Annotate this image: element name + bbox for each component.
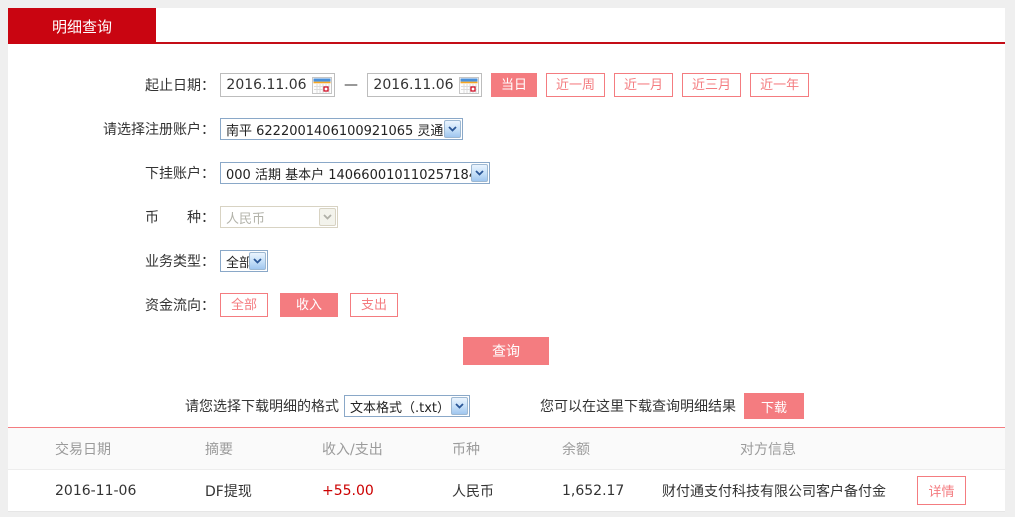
fund-direction-all-button[interactable]: 全部: [220, 293, 269, 317]
quick-range-week-button[interactable]: 近一周: [546, 73, 606, 97]
chevron-down-icon: [471, 164, 488, 182]
chevron-down-icon: [249, 252, 266, 270]
header-amount: 收入/支出: [322, 441, 383, 458]
quick-range-month-button[interactable]: 近一月: [614, 73, 674, 97]
tab-bar: 明细查询: [8, 8, 1005, 44]
cell-summary: DF提现: [205, 483, 252, 500]
end-date-value: 2016.11.06: [373, 77, 454, 93]
quick-range-today-button[interactable]: 当日: [491, 73, 538, 97]
query-form: 起止日期： 2016.11.06 — 2016.11.06 当日 近一周 近一月…: [8, 44, 1005, 512]
download-button[interactable]: 下载: [744, 393, 804, 419]
currency-label: 币 种：: [145, 210, 215, 226]
fund-direction-income-button[interactable]: 收入: [280, 293, 339, 317]
download-row: 请您选择下载明细的格式 文本格式（.txt） 您可以在这里下载查询明细结果 下载: [8, 393, 1005, 419]
registered-account-label: 请选择注册账户：: [103, 122, 215, 138]
linked-account-value: 000 活期 基本户 1406600101102571848: [226, 167, 471, 183]
linked-account-row: 下挂账户： 000 活期 基本户 1406600101102571848: [8, 161, 1005, 185]
cell-date: 2016-11-06: [55, 482, 137, 499]
date-separator: —: [344, 77, 358, 93]
table-row: 2016-11-06 DF提现 +55.00 人民币 1,652.17 财付通支…: [8, 470, 1005, 512]
header-currency: 币种: [452, 441, 480, 458]
header-balance: 余额: [562, 441, 590, 458]
business-type-row: 业务类型： 全部: [8, 249, 1005, 273]
table-header-row: 交易日期 摘要 收入/支出 币种 余额 对方信息: [8, 428, 1005, 470]
cell-amount: +55.00: [322, 482, 374, 499]
start-date-input[interactable]: 2016.11.06: [220, 73, 335, 97]
download-format-label: 请您选择下载明细的格式: [185, 399, 339, 415]
tab-label: 明细查询: [51, 17, 112, 36]
cell-balance: 1,652.17: [562, 482, 625, 499]
currency-row: 币 种： 人民币: [8, 205, 1005, 229]
chevron-down-icon: [319, 208, 336, 226]
cell-currency: 人民币: [452, 483, 494, 500]
linked-account-select[interactable]: 000 活期 基本户 1406600101102571848: [220, 162, 490, 184]
header-summary: 摘要: [205, 441, 233, 458]
download-hint: 您可以在这里下载查询明细结果: [540, 399, 736, 415]
detail-button[interactable]: 详情: [917, 476, 966, 505]
chevron-down-icon: [444, 120, 461, 138]
fund-direction-expense-button[interactable]: 支出: [350, 293, 399, 317]
date-range-row: 起止日期： 2016.11.06 — 2016.11.06 当日 近一周 近一月…: [8, 73, 1005, 97]
calendar-icon[interactable]: [312, 76, 332, 94]
download-format-select[interactable]: 文本格式（.txt）: [344, 395, 470, 417]
download-format-value: 文本格式（.txt）: [350, 400, 451, 416]
business-type-value: 全部: [226, 255, 249, 271]
query-row: 查询: [8, 337, 1005, 365]
end-date-input[interactable]: 2016.11.06: [367, 73, 482, 97]
cell-counterparty: 财付通支付科技有限公司客户备付金: [662, 483, 886, 500]
quick-range-3months-button[interactable]: 近三月: [682, 73, 742, 97]
currency-value: 人民币: [226, 211, 266, 227]
content-panel: 明细查询 起止日期： 2016.11.06 — 2016.11.06 当日 近一…: [8, 8, 1005, 512]
header-date: 交易日期: [55, 441, 111, 458]
registered-account-value: 南平 6222001406100921065 灵通卡: [226, 123, 444, 139]
fund-direction-label: 资金流向：: [145, 298, 215, 314]
fund-direction-row: 资金流向： 全部 收入 支出: [8, 293, 1005, 317]
linked-account-label: 下挂账户：: [145, 166, 215, 182]
registered-account-row: 请选择注册账户： 南平 6222001406100921065 灵通卡: [8, 117, 1005, 141]
currency-select: 人民币: [220, 206, 338, 228]
calendar-icon[interactable]: [459, 76, 479, 94]
tab-detail-query[interactable]: 明细查询: [8, 8, 156, 44]
registered-account-select[interactable]: 南平 6222001406100921065 灵通卡: [220, 118, 463, 140]
business-type-select[interactable]: 全部: [220, 250, 268, 272]
date-range-label: 起止日期：: [145, 78, 215, 94]
chevron-down-icon: [451, 397, 468, 415]
query-button[interactable]: 查询: [463, 337, 549, 365]
quick-range-year-button[interactable]: 近一年: [750, 73, 810, 97]
business-type-label: 业务类型：: [145, 254, 215, 270]
page: 明细查询 起止日期： 2016.11.06 — 2016.11.06 当日 近一…: [0, 0, 1015, 517]
header-counterparty: 对方信息: [740, 441, 796, 458]
start-date-value: 2016.11.06: [226, 77, 307, 93]
